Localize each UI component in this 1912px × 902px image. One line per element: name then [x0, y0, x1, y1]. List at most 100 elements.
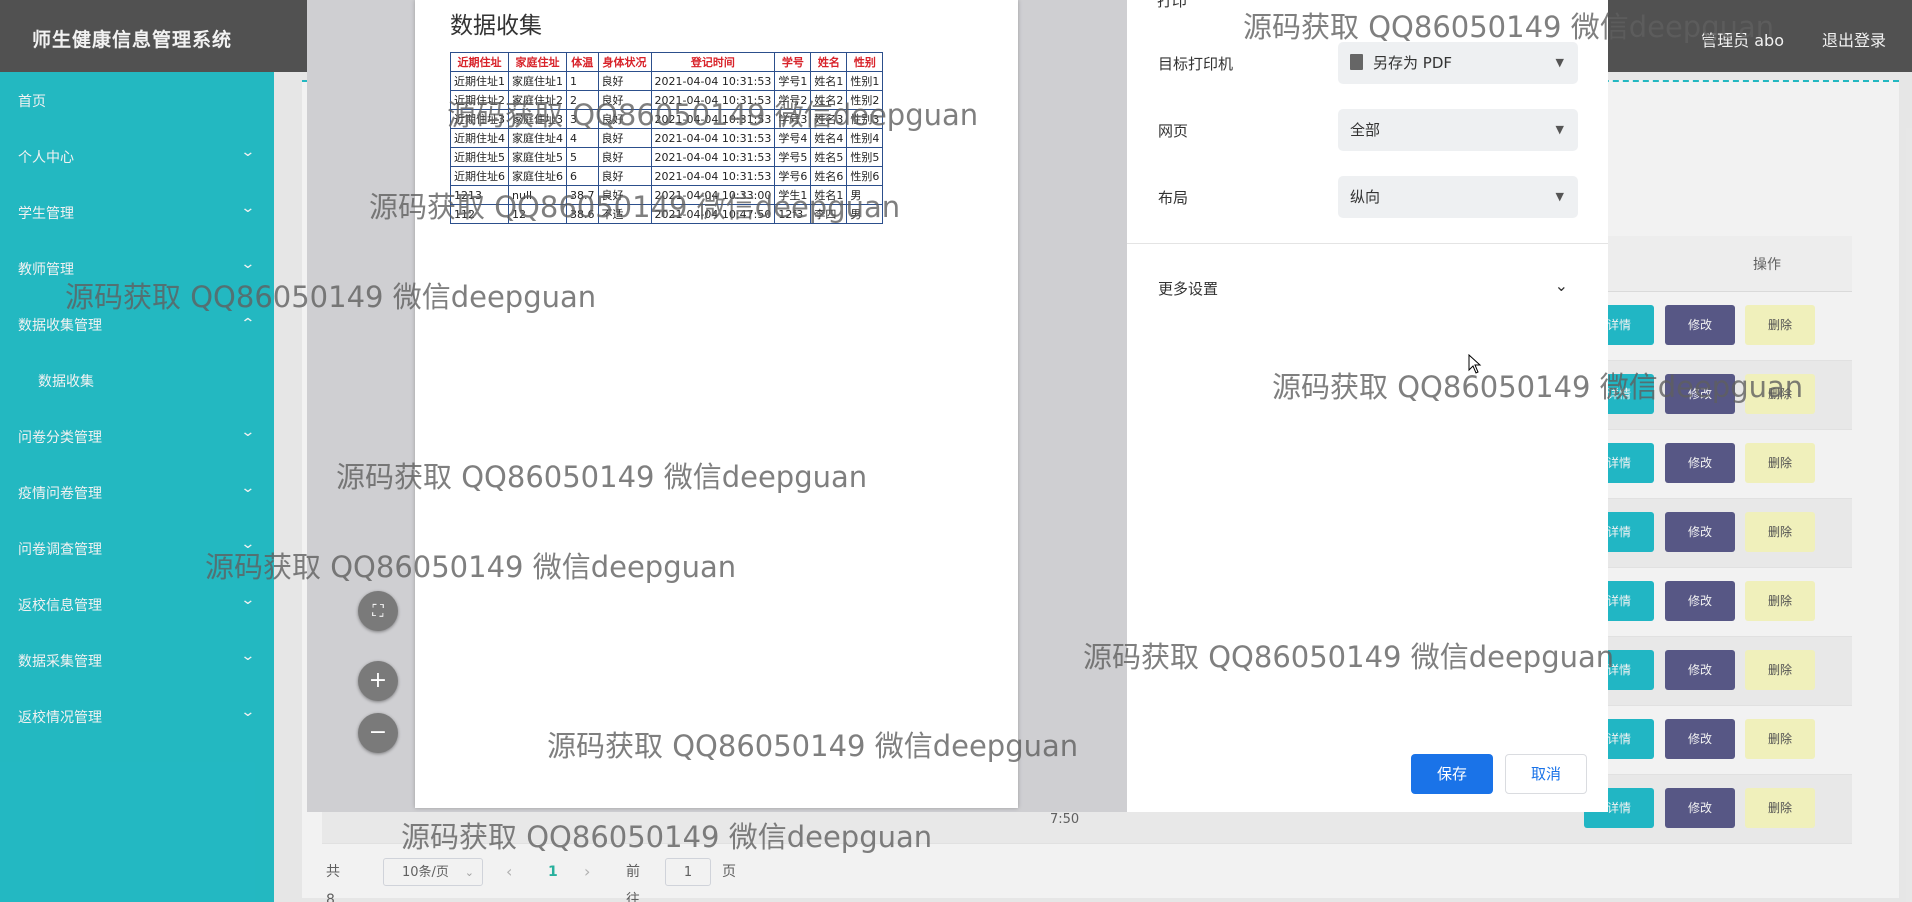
document-column-header: 家庭住址 [508, 52, 567, 72]
document-table-cell: 5 [566, 147, 599, 167]
document-table-cell: 家庭住址6 [508, 166, 567, 186]
document-table-cell: 近期住址6 [450, 166, 509, 186]
document-table-cell: 良好 [597, 71, 652, 91]
document-table-cell: 良好 [597, 109, 652, 129]
document-table-cell: 38.7 [566, 185, 599, 205]
document-table-cell: 2021-04-04 10:31:53 [650, 166, 776, 186]
document-column-header: 体温 [566, 52, 599, 72]
document-table-cell: 2021-04-04 10:31:53 [650, 109, 776, 129]
settings-divider [1127, 243, 1608, 244]
document-table-cell: 不适 [597, 204, 652, 224]
document-table-cell: 2021-04-04 10:47:50 [650, 204, 776, 224]
document-table-cell: 性别4 [846, 128, 884, 148]
document-table-cell: 112 [450, 204, 509, 224]
document-table-cell: 学号5 [774, 147, 812, 167]
document-table-cell: 学号1 [774, 71, 812, 91]
layout-label: 布局 [1158, 189, 1189, 207]
document-column-header: 学号 [774, 52, 812, 72]
document-table-cell: 38.6 [566, 204, 599, 224]
caret-down-icon: ▼ [1555, 123, 1564, 136]
plus-icon: + [368, 668, 388, 693]
document-table-cell: 男 [846, 185, 884, 205]
layout-select[interactable]: 纵向 ▼ [1338, 176, 1578, 218]
document-table-cell: 6 [566, 166, 599, 186]
document-table-cell: 近期住址1 [450, 71, 509, 91]
document-column-header: 性别 [846, 52, 884, 72]
app-root: 师生健康信息管理系统 管理员 abo 退出登录 首页 个人中心 ⌄ 学生管理 ⌄… [0, 0, 1912, 902]
document-table-cell: 家庭住址5 [508, 147, 567, 167]
document-column-header: 登记时间 [650, 52, 776, 72]
document-table-cell: 12 [508, 204, 567, 224]
document-table-cell: 学号6 [774, 166, 812, 186]
document-table-cell: 学生1 [774, 185, 812, 205]
print-heading: 打印 [1157, 0, 1188, 10]
document-table-cell: 姓名3 [810, 109, 848, 129]
pages-label: 网页 [1158, 122, 1189, 140]
document-table-cell: 良好 [597, 128, 652, 148]
document-table-cell: 2021-04-04 10:31:53 [650, 128, 776, 148]
document-table-cell: 1 [566, 71, 599, 91]
document-table-cell: 姓名2 [810, 90, 848, 110]
zoom-in-button[interactable]: + [358, 661, 398, 701]
document-table-cell: 家庭住址2 [508, 90, 567, 110]
document-table-cell: 2021-04-04 10:31:53 [650, 90, 776, 110]
document-table-cell: 姓名4 [810, 128, 848, 148]
document-table: 近期住址 家庭住址 体温 身体状况 登记时间 学号 姓名 性别 近期住址1 家庭住址1 1 良好 202… [450, 52, 884, 224]
zoom-out-button[interactable]: − [358, 713, 398, 753]
document-table-cell: 近期住址2 [450, 90, 509, 110]
document-table-row: 近期住址4 家庭住址4 4 良好 2021-04-04 10:31:53 学号4 姓名4 性别… [450, 128, 884, 148]
document-table-cell: 李四 [810, 204, 848, 224]
document-table-cell: 性别3 [846, 109, 884, 129]
document-table-cell: 学号3 [774, 109, 812, 129]
chevron-down-icon[interactable]: ⌄ [1555, 276, 1568, 295]
document-table-cell: 性别2 [846, 90, 884, 110]
document-table-row: 近期住址3 家庭住址3 3 良好 2021-04-04 10:31:53 学号3 姓名3 性别… [450, 109, 884, 129]
document-table-cell: null [508, 185, 567, 205]
document-table-cell: 良好 [597, 166, 652, 186]
document-table-cell: 近期住址5 [450, 147, 509, 167]
document-table-cell: 家庭住址3 [508, 109, 567, 129]
document-table-cell: 2 [566, 90, 599, 110]
fit-page-icon: ⛶ [372, 601, 384, 620]
document-column-header: 姓名 [810, 52, 848, 72]
save-button[interactable]: 保存 [1411, 754, 1493, 794]
document-table-cell: 3 [566, 109, 599, 129]
document-table-row: 1213 null 38.7 良好 2021-04-04 10:33:00 学生1 姓名1 男 [450, 185, 884, 205]
document-table-cell: 性别1 [846, 71, 884, 91]
document-column-header: 身体状况 [597, 52, 652, 72]
document-table-row: 近期住址6 家庭住址6 6 良好 2021-04-04 10:31:53 学号6 姓名6 性别… [450, 166, 884, 186]
document-table-cell: 家庭住址1 [508, 71, 567, 91]
document-table-cell: 4 [566, 128, 599, 148]
print-preview-pane: 数据收集 近期住址 家庭住址 体温 身体状况 登记时间 学号 姓名 性别 近期住址1 家庭住址1 1… [307, 0, 1127, 812]
fit-page-button[interactable]: ⛶ [358, 591, 398, 631]
document-table-cell: 2021-04-04 10:33:00 [650, 185, 776, 205]
pages-select[interactable]: 全部 ▼ [1338, 109, 1578, 151]
document-table-header: 近期住址 家庭住址 体温 身体状况 登记时间 学号 姓名 性别 [450, 52, 884, 72]
document-table-cell: 姓名1 [810, 185, 848, 205]
document-table-cell: 家庭住址4 [508, 128, 567, 148]
document-table-cell: 性别6 [846, 166, 884, 186]
layout-value: 纵向 [1350, 188, 1381, 206]
document-table-cell: 2021-04-04 10:31:53 [650, 71, 776, 91]
document-table-cell: 1213 [450, 185, 509, 205]
document-table-cell: 学号4 [774, 128, 812, 148]
document-table-cell: 良好 [597, 147, 652, 167]
printer-label: 目标打印机 [1158, 55, 1234, 73]
document-table-row: 112 12 38.6 不适 2021-04-04 10:47:50 12f3 李四男 [450, 204, 884, 224]
document-column-header: 近期住址 [450, 52, 509, 72]
document-table-row: 近期住址5 家庭住址5 5 良好 2021-04-04 10:31:53 学号5 姓名5 性别… [450, 147, 884, 167]
document-table-cell: 男 [846, 204, 884, 224]
caret-down-icon: ▼ [1555, 56, 1564, 69]
printer-select[interactable]: 另存为 PDF ▼ [1338, 42, 1578, 84]
print-settings-panel: 打印 目标打印机 另存为 PDF ▼ 网页 全部 ▼ 布局 纵向 ▼ 更多设置 ⌄ 保… [1127, 0, 1608, 812]
document-table-cell: 近期住址4 [450, 128, 509, 148]
more-settings-toggle[interactable]: 更多设置 [1158, 278, 1218, 299]
printer-value: 另存为 PDF [1373, 54, 1452, 72]
cancel-button[interactable]: 取消 [1505, 754, 1587, 794]
document-table-cell: 良好 [597, 185, 652, 205]
pages-value: 全部 [1350, 121, 1381, 139]
document-icon [1350, 54, 1363, 70]
document-table-cell: 12f3 [774, 204, 812, 224]
document-table-cell: 姓名1 [810, 71, 848, 91]
document-table-cell: 性别5 [846, 147, 884, 167]
